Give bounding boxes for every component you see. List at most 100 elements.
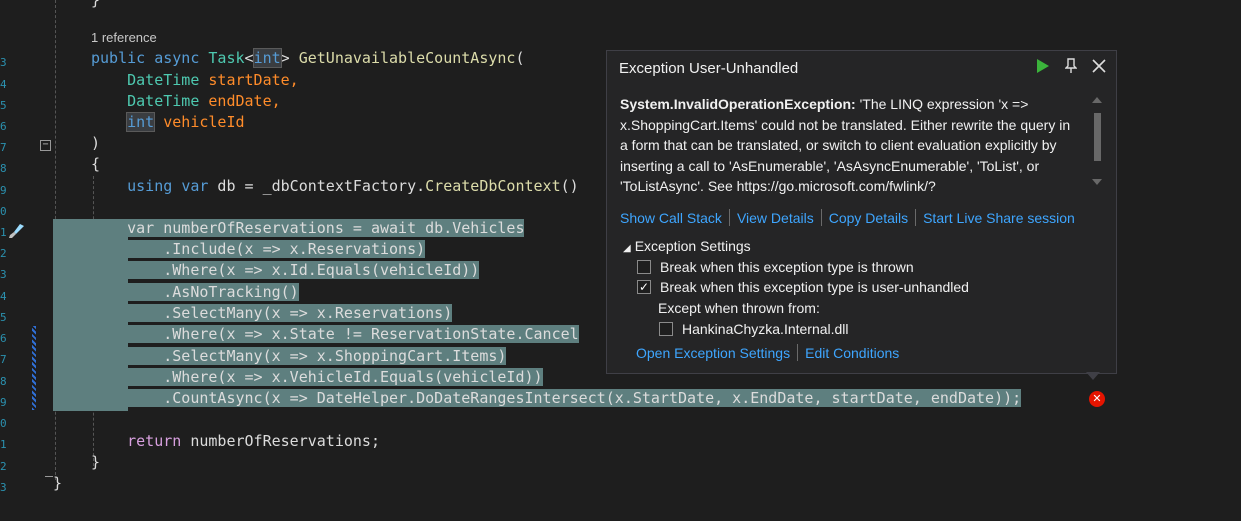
line-number: 6 [0, 120, 7, 133]
brush-icon[interactable] [6, 222, 26, 240]
break-unhandled-row[interactable]: ✓ Break when this exception type is user… [637, 279, 969, 295]
settings-links: Open Exception Settings Edit Conditions [636, 344, 899, 361]
line-number: 6 [0, 332, 7, 345]
line-number: 5 [0, 99, 7, 112]
code-line-query: .CountAsync(x => DateHelper.DoDateRanges… [91, 388, 1022, 409]
show-call-stack-link[interactable]: Show Call Stack [620, 210, 722, 226]
exception-type: System.InvalidOperationException: [620, 96, 856, 112]
line-number: 7 [0, 353, 7, 366]
settings-header-label: Exception Settings [634, 238, 751, 254]
selected-code: .Where(x => x.VehicleId.Equals(vehicleId… [127, 368, 543, 386]
scroll-down-icon[interactable] [1092, 179, 1102, 185]
copy-details-link[interactable]: Copy Details [829, 210, 908, 226]
code-line-param1: DateTime startDate, [91, 70, 299, 91]
view-details-link[interactable]: View Details [737, 210, 814, 226]
selected-code: .SelectMany(x => x.Reservations) [127, 304, 453, 322]
divider [915, 209, 917, 226]
param-type: DateTime [127, 71, 200, 89]
scroll-thumb[interactable] [1094, 113, 1101, 161]
play-icon[interactable] [1034, 57, 1052, 75]
line-number: 0 [0, 417, 7, 430]
method-name: GetUnavailableCountAsync [298, 49, 516, 67]
code-line-query: .Where(x => x.State != ReservationState.… [91, 324, 579, 345]
code-line-open-brace: { [91, 155, 101, 173]
break-unhandled-label: Break when this exception type is user-u… [660, 279, 969, 295]
module-exclusion-checkbox[interactable] [659, 322, 673, 336]
edit-conditions-link[interactable]: Edit Conditions [805, 345, 899, 361]
close-icon[interactable] [1090, 57, 1108, 75]
message-scrollbar[interactable] [1092, 97, 1102, 187]
action-links: Show Call Stack View Details Copy Detail… [620, 209, 1075, 226]
param-type: DateTime [127, 92, 200, 110]
fold-end-marker [45, 476, 53, 477]
divider [728, 209, 730, 226]
type-int: int [252, 48, 282, 68]
start-live-share-link[interactable]: Start Live Share session [923, 210, 1075, 226]
line-number: 4 [0, 290, 7, 303]
exception-settings-header[interactable]: ◢ Exception Settings [623, 238, 751, 254]
code-line-close-paren: ) [91, 134, 101, 152]
code-line-query: .SelectMany(x => x.ShoppingCart.Items) [91, 346, 507, 367]
selected-code: .SelectMany(x => x.ShoppingCart.Items) [127, 347, 507, 365]
type-task: Task [208, 49, 245, 67]
exception-message: System.InvalidOperationException: 'The L… [620, 94, 1075, 197]
collapse-triangle-icon[interactable]: ◢ [623, 243, 631, 254]
line-number: 8 [0, 162, 7, 175]
code-line-query: .Include(x => x.Reservations) [91, 239, 426, 260]
code-line-close-brace-outer: } [53, 474, 63, 492]
code-line: } [91, 0, 101, 9]
code-line-param2: DateTime endDate, [91, 91, 281, 112]
code-line-signature: public async Task<int> GetUnavailableCou… [91, 48, 525, 68]
selected-code: .Where(x => x.State != ReservationState.… [127, 325, 579, 343]
line-number: 7 [0, 141, 7, 154]
code-text: () [560, 177, 579, 195]
line-number: 9 [0, 396, 7, 409]
code-line-query: .AsNoTracking() [91, 282, 299, 303]
selected-code: .Where(x => x.Id.Equals(vehicleId)) [127, 261, 480, 279]
except-when-text: Except when thrown from: [658, 300, 820, 316]
pin-icon[interactable] [1062, 57, 1080, 75]
codelens-references[interactable]: 1 reference [91, 30, 157, 45]
line-number: 9 [0, 184, 7, 197]
break-thrown-row[interactable]: Break when this exception type is thrown [637, 259, 914, 275]
selected-code: var numberOfReservations = await db.Vehi… [127, 219, 525, 237]
popup-pointer [1086, 372, 1100, 380]
code-text: db = _dbContextFactory. [208, 177, 426, 195]
scroll-up-icon[interactable] [1092, 97, 1102, 103]
param-name: endDate, [208, 92, 281, 110]
line-number: 2 [0, 460, 7, 473]
method-create: CreateDbContext [425, 177, 561, 195]
param-name: startDate, [208, 71, 299, 89]
selected-code: .Include(x => x.Reservations) [127, 240, 426, 258]
line-number: 0 [0, 205, 7, 218]
code-text: numberOfReservations; [181, 432, 380, 450]
exception-title: Exception User-Unhandled [619, 60, 799, 77]
line-number: 8 [0, 375, 7, 388]
param-type: int [126, 112, 156, 132]
line-number: 3 [0, 481, 7, 494]
line-number: 3 [0, 56, 7, 69]
divider [820, 209, 822, 226]
except-when-label: Except when thrown from: [658, 300, 820, 316]
kw-return: return [127, 432, 182, 450]
line-number: 4 [0, 78, 7, 91]
break-thrown-label: Break when this exception type is thrown [660, 259, 914, 275]
kw-var: var [181, 177, 209, 195]
open-exception-settings-link[interactable]: Open Exception Settings [636, 345, 790, 361]
exception-helper-popup[interactable]: Exception User-Unhandled System.InvalidO… [606, 50, 1117, 374]
error-icon[interactable]: ✕ [1089, 391, 1105, 407]
line-number: 5 [0, 311, 7, 324]
fold-toggle[interactable]: − [40, 140, 51, 151]
code-line-close-brace: } [91, 453, 101, 471]
code-line-query: .Where(x => x.Id.Equals(vehicleId)) [91, 260, 480, 281]
module-exclusion-row[interactable]: HankinaChyzka.Internal.dll [659, 321, 849, 337]
kw-using: using [127, 177, 173, 195]
kw-public: public [91, 49, 146, 67]
break-unhandled-checkbox[interactable]: ✓ [637, 280, 651, 294]
code-line-query: var numberOfReservations = await db.Vehi… [91, 218, 525, 239]
selected-code: .AsNoTracking() [127, 283, 299, 301]
line-number: 2 [0, 247, 7, 260]
code-line-param3: int vehicleId [91, 112, 245, 133]
break-thrown-checkbox[interactable] [637, 260, 651, 274]
code-line-using: using var db = _dbContextFactory.CreateD… [91, 176, 579, 197]
